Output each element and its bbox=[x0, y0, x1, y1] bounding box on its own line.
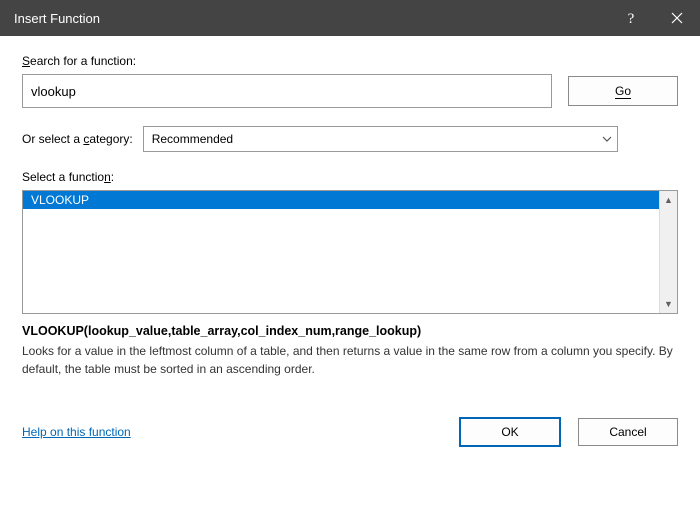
dialog-content: Search for a function: Go Or select a ca… bbox=[0, 36, 700, 462]
function-description: Looks for a value in the leftmost column… bbox=[22, 342, 678, 378]
function-list-label: Select a function: bbox=[22, 170, 678, 184]
scrollbar[interactable]: ▲ ▼ bbox=[659, 191, 677, 313]
cancel-button[interactable]: Cancel bbox=[578, 418, 678, 446]
close-button[interactable] bbox=[654, 0, 700, 36]
close-icon bbox=[671, 12, 683, 24]
help-button[interactable]: ? bbox=[608, 0, 654, 36]
function-signature: VLOOKUP(lookup_value,table_array,col_ind… bbox=[22, 324, 678, 338]
go-button[interactable]: Go bbox=[568, 76, 678, 106]
function-listbox[interactable]: VLOOKUP ▲ ▼ bbox=[22, 190, 678, 314]
category-selected-value: Recommended bbox=[152, 132, 233, 146]
scroll-down-icon[interactable]: ▼ bbox=[660, 295, 677, 313]
category-row: Or select a category: Recommended bbox=[22, 126, 678, 152]
ok-button[interactable]: OK bbox=[460, 418, 560, 446]
help-icon: ? bbox=[625, 10, 637, 26]
scroll-up-icon[interactable]: ▲ bbox=[660, 191, 677, 209]
svg-text:?: ? bbox=[628, 11, 635, 26]
category-select[interactable]: Recommended bbox=[143, 126, 618, 152]
function-listbox-inner: VLOOKUP bbox=[23, 191, 659, 313]
title-bar: Insert Function ? bbox=[0, 0, 700, 36]
search-label: Search for a function: bbox=[22, 54, 678, 68]
list-item[interactable]: VLOOKUP bbox=[23, 191, 659, 209]
dialog-footer: Help on this function OK Cancel bbox=[22, 408, 678, 446]
window-title: Insert Function bbox=[14, 11, 608, 26]
help-link[interactable]: Help on this function bbox=[22, 425, 131, 439]
search-input[interactable] bbox=[22, 74, 552, 108]
category-label: Or select a category: bbox=[22, 132, 133, 146]
search-row: Go bbox=[22, 74, 678, 108]
